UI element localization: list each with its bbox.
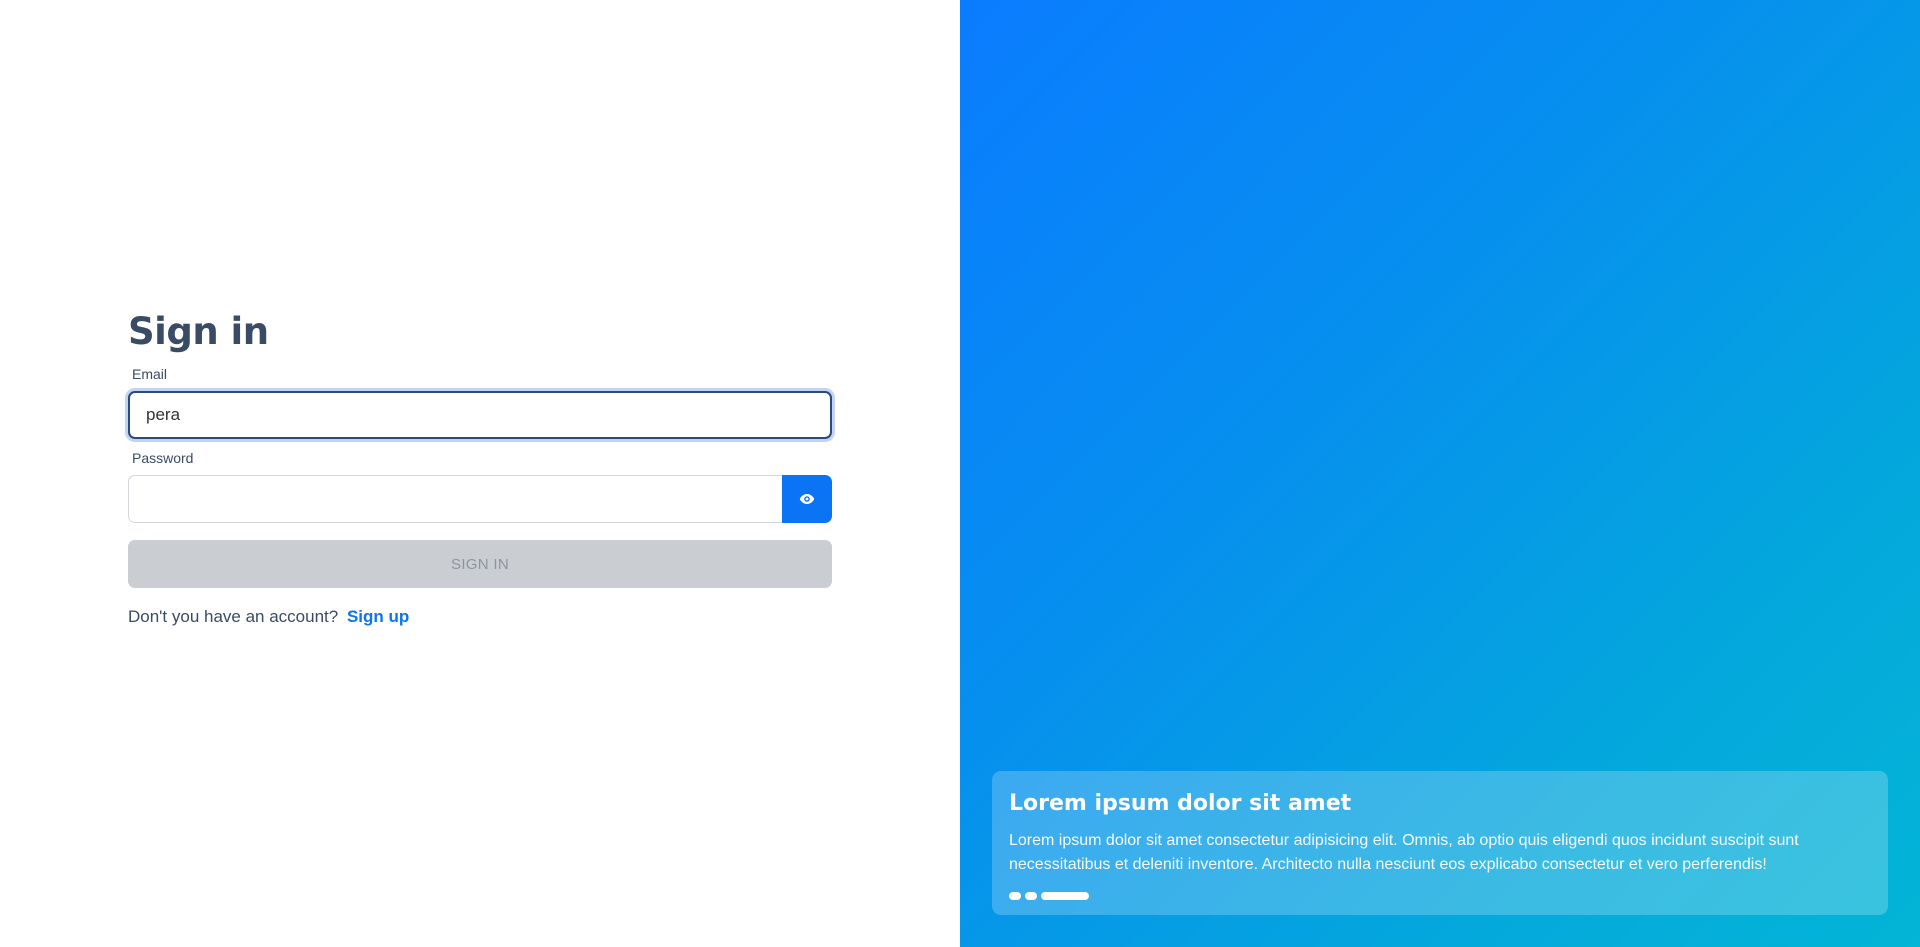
- email-field[interactable]: [128, 391, 832, 439]
- password-field[interactable]: [128, 475, 782, 523]
- carousel-dot-3[interactable]: [1041, 892, 1089, 900]
- signup-prompt: Don't you have an account? Sign up: [128, 606, 832, 628]
- login-page: Sign in Email Password SIGN IN Don't you…: [0, 0, 1920, 947]
- carousel-indicators: [1009, 892, 1871, 900]
- carousel-title: Lorem ipsum dolor sit amet: [1009, 791, 1352, 816]
- carousel-card: Lorem ipsum dolor sit amet Lorem ipsum d…: [992, 771, 1888, 915]
- carousel-text: Lorem ipsum dolor sit amet consectetur a…: [1009, 832, 1799, 873]
- page-title: Sign in: [128, 310, 269, 353]
- carousel-dot-1[interactable]: [1009, 892, 1021, 900]
- password-label: Password: [132, 450, 194, 466]
- eye-icon: [799, 494, 815, 504]
- password-group: [128, 475, 832, 523]
- signin-button[interactable]: SIGN IN: [128, 540, 832, 588]
- carousel-dot-2[interactable]: [1025, 892, 1037, 900]
- no-account-text: Don't you have an account?: [128, 607, 339, 626]
- promo-panel: Lorem ipsum dolor sit amet Lorem ipsum d…: [960, 0, 1920, 947]
- signup-link[interactable]: Sign up: [347, 607, 409, 626]
- show-password-button[interactable]: [782, 475, 832, 523]
- email-label: Email: [132, 366, 168, 382]
- login-panel: Sign in Email Password SIGN IN Don't you…: [0, 0, 960, 947]
- signin-form: Sign in Email Password SIGN IN Don't you…: [128, 306, 832, 628]
